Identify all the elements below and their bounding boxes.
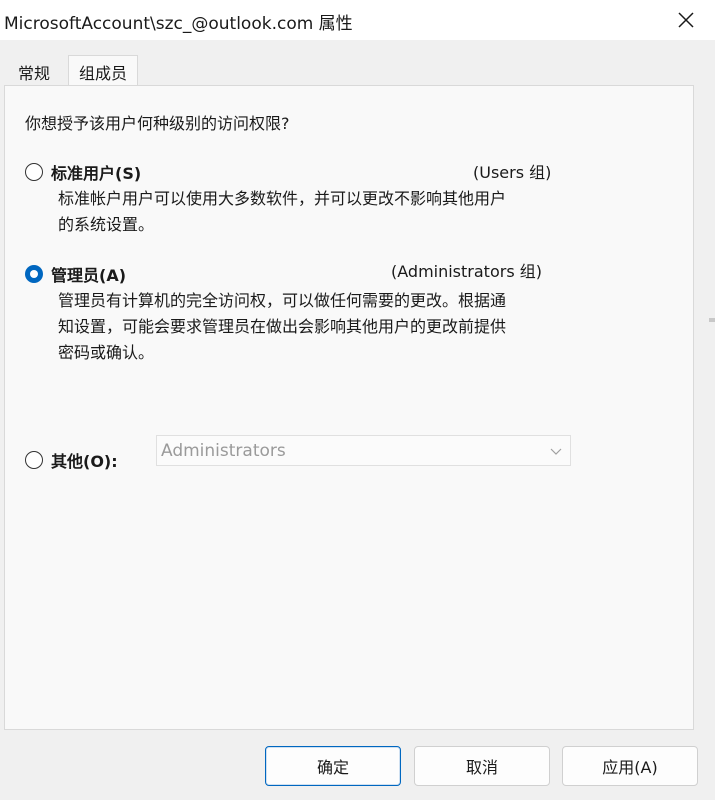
administrator-description: 管理员有计算机的完全访问权，可以做任何需要的更改。根据通 知设置，可能会要求管理… (58, 288, 578, 366)
standard-user-description-line-1: 标准帐户用户可以使用大多数软件，并可以更改不影响其他用户 (58, 189, 507, 208)
standard-user-description-line-2: 的系统设置。 (58, 215, 155, 234)
administrators-group-label: (Administrators 组) (391, 262, 542, 281)
chevron-down-icon (550, 448, 562, 455)
cancel-button[interactable]: 取消 (414, 746, 550, 786)
ok-button[interactable]: 确定 (265, 746, 401, 786)
radio-administrator-label: 管理员(A) (51, 266, 127, 285)
tab-bar: 常规 组成员 (0, 40, 715, 87)
administrator-description-line-3: 密码或确认。 (58, 343, 155, 362)
radio-administrator[interactable]: 管理员(A) (25, 262, 126, 286)
tab-general[interactable]: 常规 (4, 58, 64, 85)
administrator-description-line-1: 管理员有计算机的完全访问权，可以做任何需要的更改。根据通 (58, 291, 507, 310)
radio-standard-user-label: 标准用户(S) (51, 164, 142, 183)
window-title: MicrosoftAccount\szc_@outlook.com 属性 (4, 14, 353, 34)
radio-standard-user-indicator[interactable] (25, 163, 43, 181)
title-bar: MicrosoftAccount\szc_@outlook.com 属性 (0, 0, 715, 40)
apply-button[interactable]: 应用(A) (562, 746, 698, 786)
radio-other-label: 其他(O): (51, 452, 118, 471)
tab-members[interactable]: 组成员 (68, 55, 138, 87)
radio-standard-user[interactable]: 标准用户(S) (25, 160, 141, 184)
access-question: 你想授予该用户何种级别的访问权限? (25, 114, 290, 133)
members-panel: 你想授予该用户何种级别的访问权限? 标准用户(S) (Users 组) 标准帐户… (4, 85, 694, 730)
other-group-dropdown-value: Administrators (161, 440, 286, 461)
standard-user-description: 标准帐户用户可以使用大多数软件，并可以更改不影响其他用户 的系统设置。 (58, 186, 578, 238)
radio-other[interactable]: 其他(O): (25, 448, 118, 472)
other-group-dropdown[interactable]: Administrators (156, 435, 571, 466)
background-window-edge (709, 318, 715, 322)
users-group-label: (Users 组) (473, 163, 552, 182)
radio-administrator-indicator[interactable] (25, 265, 43, 283)
radio-other-indicator[interactable] (25, 451, 43, 469)
administrator-description-line-2: 知设置，可能会要求管理员在做出会影响其他用户的更改前提供 (58, 317, 507, 336)
close-icon (678, 12, 694, 28)
close-button[interactable] (657, 0, 715, 40)
